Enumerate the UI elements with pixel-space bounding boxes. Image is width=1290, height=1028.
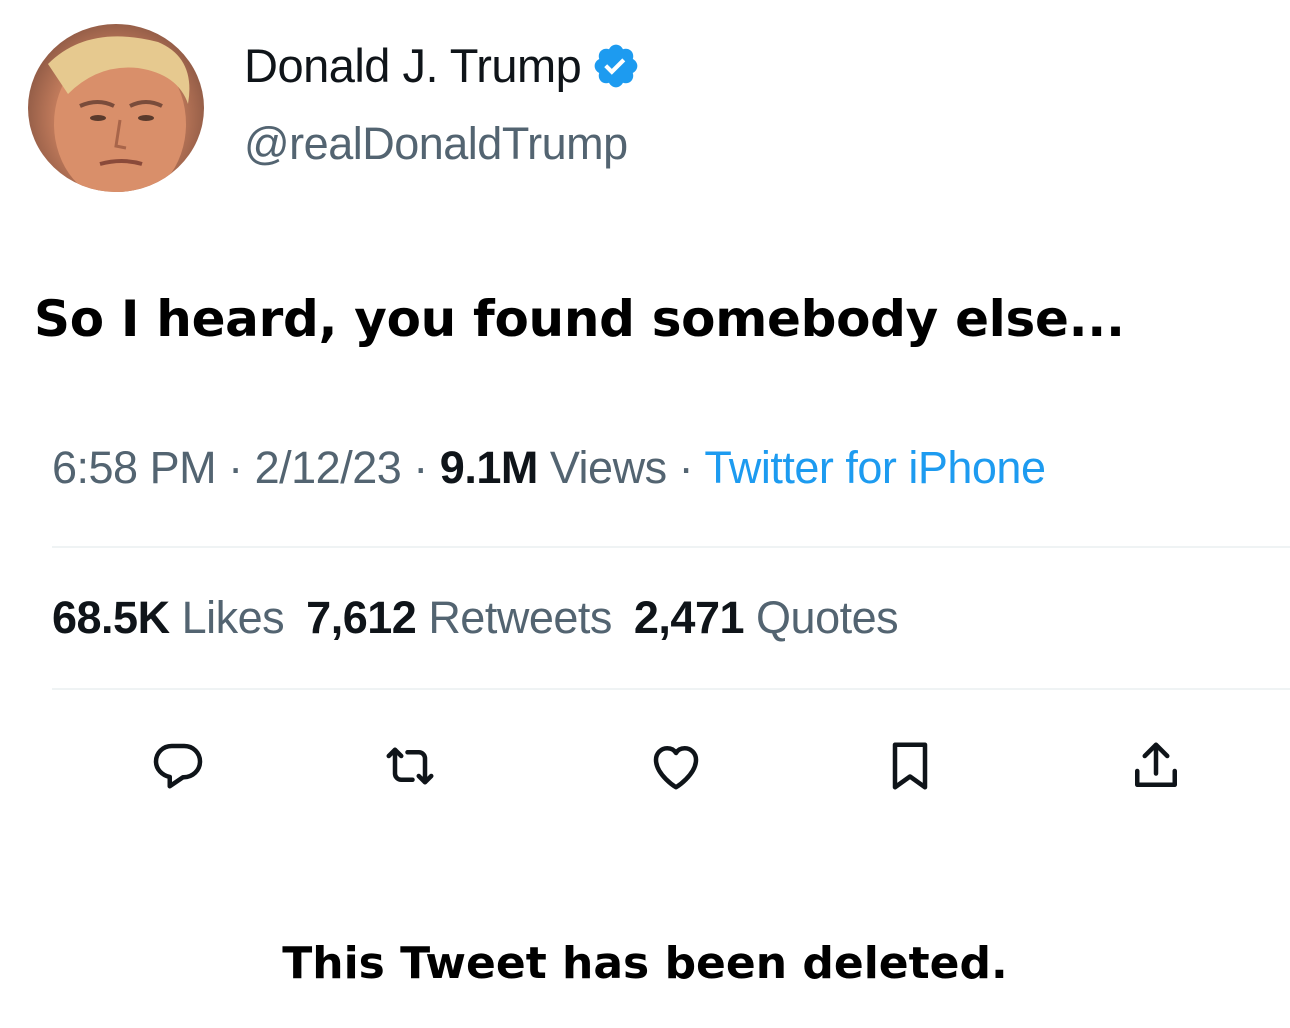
bookmark-button[interactable]	[880, 736, 940, 796]
retweet-button[interactable]	[380, 736, 440, 796]
meta-separator: ·	[228, 442, 243, 493]
likes-label: Likes	[181, 592, 285, 643]
author-handle[interactable]: @realDonaldTrump	[244, 118, 628, 170]
reply-button[interactable]	[148, 736, 208, 796]
quotes-count: 2,471	[633, 592, 745, 643]
retweets-count: 7,612	[306, 592, 417, 643]
divider	[52, 546, 1290, 548]
views-label: Views	[549, 442, 667, 493]
views-count: 9.1M	[439, 442, 539, 493]
deleted-caption: This Tweet has been deleted.	[282, 938, 1008, 989]
retweet-arrows-icon	[386, 747, 434, 785]
retweets-label: Retweets	[428, 592, 612, 643]
tweet-date[interactable]: 2/12/23	[255, 442, 402, 493]
tweet-action-bar	[0, 736, 1290, 796]
retweets-stat[interactable]: 7,612 Retweets	[306, 592, 612, 643]
likes-count: 68.5K	[52, 592, 170, 643]
tweet-text: So I heard, you found somebody else...	[34, 290, 1125, 348]
bookmark-icon	[892, 742, 928, 790]
display-name-text: Donald J. Trump	[244, 39, 582, 92]
tweet-stats: 68.5K Likes 7,612 Retweets 2,471 Quotes	[52, 592, 899, 644]
share-upload-icon	[1135, 742, 1177, 787]
divider	[52, 688, 1290, 690]
meta-separator: ·	[413, 442, 428, 493]
avatar[interactable]	[28, 24, 204, 192]
quotes-label: Quotes	[756, 592, 899, 643]
share-button[interactable]	[1126, 736, 1186, 796]
author-display-name[interactable]: Donald J. Trump	[244, 38, 641, 93]
speech-bubble-icon	[153, 743, 203, 789]
quotes-stat[interactable]: 2,471 Quotes	[633, 592, 899, 643]
profile-photo	[48, 36, 190, 192]
meta-separator: ·	[678, 442, 694, 493]
tweet-meta: 6:58 PM · 2/12/23 · 9.1M Views · Twitter…	[52, 442, 1046, 494]
heart-icon	[653, 746, 699, 790]
tweet-source-link[interactable]: Twitter for iPhone	[704, 442, 1046, 493]
verified-badge-icon	[591, 41, 641, 91]
tweet-time[interactable]: 6:58 PM	[52, 442, 217, 493]
like-button[interactable]	[646, 736, 706, 796]
likes-stat[interactable]: 68.5K Likes	[52, 592, 285, 643]
